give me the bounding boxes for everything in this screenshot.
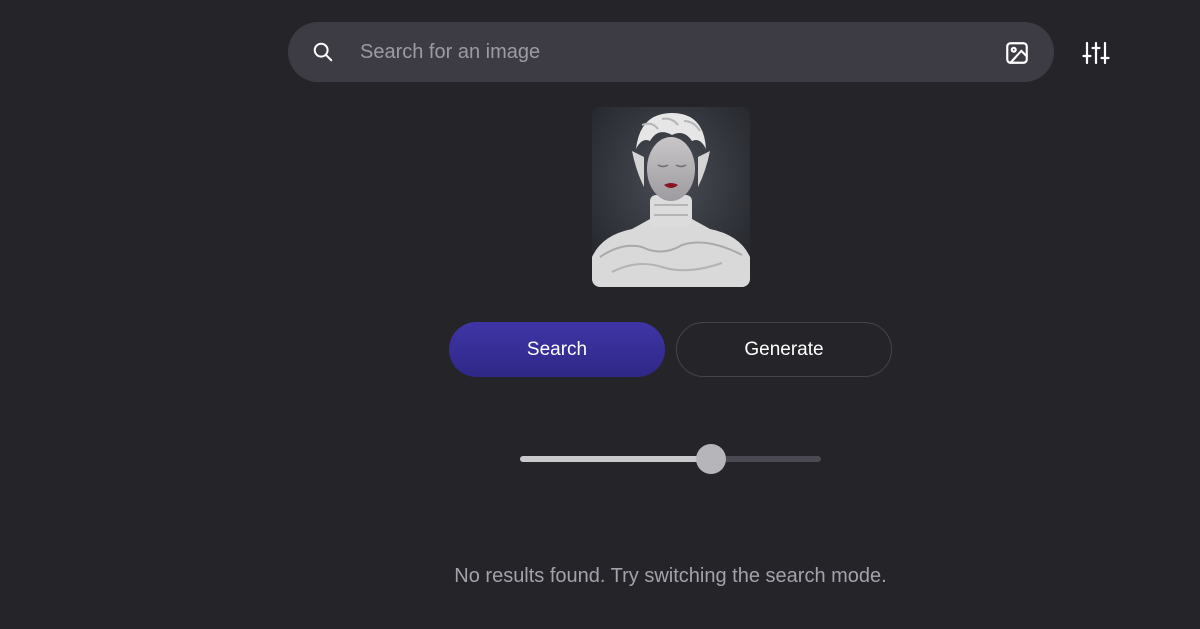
generate-button[interactable]: Generate	[676, 322, 892, 377]
search-input[interactable]	[360, 32, 980, 72]
slider-thumb[interactable]	[696, 444, 727, 474]
page: Search Generate No results found. Try sw…	[0, 0, 1200, 629]
preview-illustration	[592, 107, 750, 287]
slider-fill	[520, 456, 712, 462]
image-icon[interactable]	[1004, 40, 1030, 66]
search-icon	[313, 42, 333, 62]
search-button[interactable]: Search	[449, 322, 665, 377]
no-results-message: No results found. Try switching the sear…	[454, 565, 887, 587]
search-bar	[288, 22, 1054, 82]
uploaded-image[interactable]	[592, 107, 750, 287]
similarity-slider[interactable]	[520, 443, 821, 475]
sliders-icon[interactable]	[1082, 40, 1110, 66]
